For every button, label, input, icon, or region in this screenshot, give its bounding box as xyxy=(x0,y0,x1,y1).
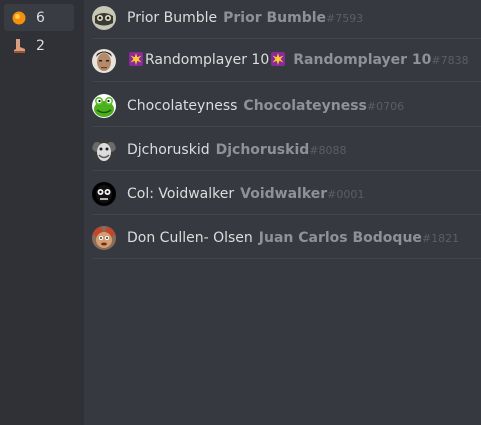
dark-face-avatar xyxy=(92,181,116,206)
discriminator: #0001 xyxy=(327,187,365,201)
user-row[interactable]: Djchoruskid Djchoruskid #8088 xyxy=(92,128,481,171)
user-row[interactable]: Chocolateyness Chocolateyness #0706 xyxy=(92,84,481,127)
nickname: Prior Bumble xyxy=(127,9,218,26)
username: Djchoruskid xyxy=(215,141,310,158)
reactions-popout: 6 2 Prior Bumble Prior Bumble #7593 Rand… xyxy=(0,0,481,425)
nickname-text: Randomplayer 10 xyxy=(145,51,270,68)
discriminator: #0706 xyxy=(366,99,405,113)
username: Chocolateyness xyxy=(243,97,367,114)
puppet-avatar xyxy=(92,225,116,250)
reaction-boot[interactable]: 2 xyxy=(4,32,74,59)
reaction-count: 2 xyxy=(36,37,45,54)
clown-avatar xyxy=(92,137,116,162)
username: Prior Bumble xyxy=(223,9,327,26)
user-names: Col: Voidwalker Voidwalker #0001 xyxy=(127,186,364,202)
discriminator: #8088 xyxy=(309,143,347,157)
nickname: Randomplayer 10 xyxy=(127,51,287,70)
frog-avatar xyxy=(92,93,116,118)
row-divider xyxy=(92,81,481,82)
user-names: Chocolateyness Chocolateyness #0706 xyxy=(127,98,404,114)
username: Voidwalker xyxy=(240,185,328,202)
spark-emoji-icon xyxy=(129,51,143,70)
boot-icon xyxy=(11,38,27,54)
user-row[interactable]: Prior Bumble Prior Bumble #7593 xyxy=(92,0,481,39)
orange-circle-icon xyxy=(11,10,27,26)
nickname: Don Cullen- Olsen xyxy=(127,229,253,246)
user-row[interactable]: Randomplayer 10 Randomplayer 10 #7838 xyxy=(92,39,481,82)
goggles-avatar xyxy=(92,5,116,30)
row-divider xyxy=(92,170,481,171)
discriminator: #7838 xyxy=(431,53,469,67)
user-names: Djchoruskid Djchoruskid #8088 xyxy=(127,142,346,158)
row-divider xyxy=(92,126,481,127)
discriminator: #7593 xyxy=(326,11,364,25)
user-names: Prior Bumble Prior Bumble #7593 xyxy=(127,10,363,26)
username: Randomplayer 10 xyxy=(293,51,432,68)
reaction-count: 6 xyxy=(36,9,45,26)
user-row[interactable]: Don Cullen- Olsen Juan Carlos Bodoque #1… xyxy=(92,216,481,259)
nickname: Djchoruskid xyxy=(127,141,210,158)
username: Juan Carlos Bodoque xyxy=(258,229,422,246)
row-divider xyxy=(92,258,481,259)
user-names: Don Cullen- Olsen Juan Carlos Bodoque #1… xyxy=(127,230,459,246)
row-divider xyxy=(92,214,481,215)
user-list: Prior Bumble Prior Bumble #7593 Randompl… xyxy=(84,0,481,425)
nickname: Col: Voidwalker xyxy=(127,185,235,202)
face-avatar xyxy=(92,48,116,73)
discriminator: #1821 xyxy=(421,231,460,245)
reaction-sidebar: 6 2 xyxy=(0,0,84,425)
reaction-orange-circle[interactable]: 6 xyxy=(4,4,74,31)
user-names: Randomplayer 10 Randomplayer 10 #7838 xyxy=(127,51,469,70)
nickname: Chocolateyness xyxy=(127,97,238,114)
spark-emoji-icon xyxy=(271,51,286,70)
user-row[interactable]: Col: Voidwalker Voidwalker #0001 xyxy=(92,172,481,215)
